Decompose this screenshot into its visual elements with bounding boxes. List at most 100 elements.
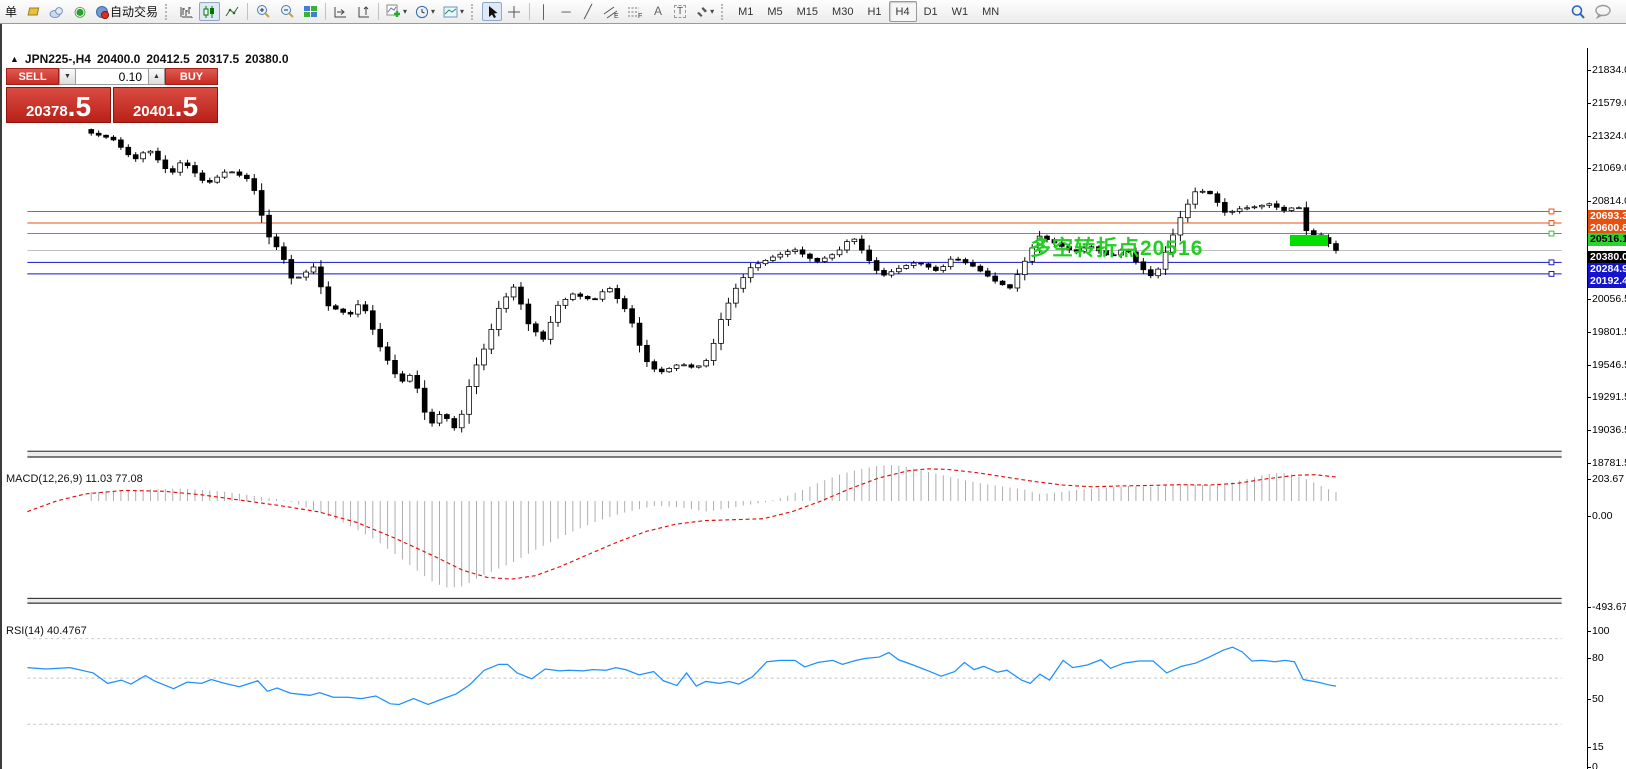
vertical-line-button[interactable]: │ — [534, 2, 554, 21]
highlight-rectangle[interactable] — [1290, 235, 1328, 246]
profile-button[interactable] — [46, 2, 68, 21]
toolbar-separator — [325, 3, 327, 20]
crosshair-icon — [507, 5, 522, 19]
arrows-icon — [695, 5, 709, 19]
chart-plot[interactable] — [2, 48, 1587, 769]
chevron-down-icon: ▾ — [431, 7, 436, 16]
volume-decrease-button[interactable]: ▼ — [59, 68, 76, 85]
profile-icon — [49, 5, 65, 19]
add-indicator-icon — [386, 4, 402, 19]
new-order-button[interactable]: 单 — [1, 2, 21, 21]
buy-price: 20401 — [132, 103, 175, 120]
toolbar-separator — [529, 3, 531, 20]
signal-icon: ◉ — [73, 3, 87, 19]
price-tick: 20056.5 — [1587, 293, 1626, 305]
autotrade-button[interactable]: 自动交易 — [92, 2, 161, 21]
chart-close: 20380.0 — [245, 52, 289, 66]
volume-input[interactable]: 0.10 — [76, 68, 148, 85]
macd-tick: -493.67 — [1587, 601, 1626, 613]
macd-indicator-label: MACD(12,26,9) 11.03 77.08 — [6, 473, 143, 485]
rsi-tick: 50 — [1587, 693, 1626, 705]
clock-icon — [415, 5, 430, 19]
period-button[interactable]: ▾ — [412, 2, 438, 21]
chart-shift-button[interactable] — [353, 2, 374, 21]
chevron-down-icon: ▾ — [710, 7, 715, 16]
mt4-window: 单 ◉ 自动交易 ▾ ▾ ▾ │ ─ ╱ E F A T ▾ M1 M5 M15… — [0, 0, 1626, 769]
bar-chart-button[interactable] — [176, 2, 197, 21]
chat-icon — [1594, 4, 1612, 19]
text-label-button[interactable]: T — [670, 2, 690, 21]
timeframe-M5[interactable]: M5 — [760, 1, 789, 22]
price-tick: 19036.5 — [1587, 424, 1626, 436]
timeframe-H1[interactable]: H1 — [860, 1, 888, 22]
buy-price-fraction: .5 — [174, 91, 199, 122]
autotrade-icon — [95, 5, 110, 19]
sell-price: 20378 — [25, 103, 68, 120]
line-chart-icon — [225, 5, 240, 19]
arrows-button[interactable]: ▾ — [692, 2, 717, 21]
fibonacci-button[interactable]: F — [624, 2, 646, 21]
zoom-in-button[interactable] — [252, 2, 274, 21]
auto-scroll-button[interactable] — [330, 2, 351, 21]
price-tick: 21069.0 — [1587, 162, 1626, 174]
toolbar-grip — [721, 3, 726, 20]
svg-text:F: F — [638, 13, 642, 19]
horizontal-line-button[interactable]: ─ — [556, 2, 576, 21]
template-button[interactable]: ▾ — [440, 2, 467, 21]
search-button[interactable] — [1567, 2, 1589, 21]
timeframe-M15[interactable]: M15 — [790, 1, 825, 22]
equidistant-channel-button[interactable]: E — [600, 2, 622, 21]
line-chart-button[interactable] — [222, 2, 243, 21]
tile-windows-button[interactable] — [300, 2, 321, 21]
price-tick: 21324.0 — [1587, 130, 1626, 142]
chart-ohlc-title: ▲ JPN225-,H4 20400.0 20412.5 20317.5 203… — [10, 52, 289, 66]
volume-increase-button[interactable]: ▲ — [148, 68, 165, 85]
sell-price-button[interactable]: 20378.5 — [6, 87, 111, 123]
buy-price-button[interactable]: 20401.5 — [113, 87, 218, 123]
price-tick: 19546.5 — [1587, 359, 1626, 371]
chevron-down-icon: ▾ — [460, 7, 465, 16]
price-tick: 19291.5 — [1587, 391, 1626, 403]
chevron-down-icon: ▾ — [403, 7, 408, 16]
candle-chart-icon — [202, 5, 217, 19]
vertical-line-icon: │ — [540, 4, 549, 19]
price-axis[interactable]: 21834.0 21579.0 21324.0 21069.0 20814.0 20056… — [1587, 48, 1626, 769]
candle-chart-button[interactable] — [199, 2, 221, 21]
price-level-badge: 20192.4 — [1588, 274, 1626, 288]
price-level-badge: 20380.0 — [1588, 250, 1626, 264]
text-icon: A — [654, 4, 663, 18]
timeframe-M30[interactable]: M30 — [825, 1, 860, 22]
collapse-triangle-icon[interactable]: ▲ — [10, 54, 19, 64]
trendline-button[interactable]: ╱ — [578, 2, 598, 21]
timeframe-H4[interactable]: H4 — [888, 1, 917, 22]
timeframe-M1[interactable]: M1 — [731, 1, 760, 22]
chart-window: ▲ JPN225-,H4 20400.0 20412.5 20317.5 203… — [0, 24, 1626, 769]
timeframe-MN[interactable]: MN — [975, 1, 1006, 22]
svg-text:E: E — [614, 13, 619, 19]
timeframe-W1[interactable]: W1 — [945, 1, 976, 22]
signals-button[interactable]: ◉ — [70, 2, 90, 21]
crosshair-button[interactable] — [504, 2, 525, 21]
buy-button[interactable]: BUY — [165, 68, 218, 85]
zoom-out-button[interactable] — [276, 2, 298, 21]
chat-button[interactable] — [1591, 2, 1615, 21]
trendline-icon: ╱ — [584, 4, 592, 19]
price-tick: 18781.5 — [1587, 457, 1626, 469]
pivot-annotation-text[interactable]: 多空转折点20516 — [1030, 232, 1203, 262]
sell-button[interactable]: SELL — [6, 68, 59, 85]
template-icon — [443, 5, 459, 19]
timeframe-D1[interactable]: D1 — [917, 1, 945, 22]
rsi-tick: 100 — [1587, 625, 1626, 637]
cursor-icon — [486, 5, 499, 19]
sell-price-fraction: .5 — [67, 91, 92, 122]
new-chart-icon — [26, 4, 41, 19]
new-chart-button[interactable] — [23, 2, 44, 21]
rsi-tick: 15 — [1587, 741, 1626, 753]
add-indicator-button[interactable]: ▾ — [383, 2, 410, 21]
text-button[interactable]: A — [648, 2, 668, 21]
autotrade-label: 自动交易 — [110, 5, 159, 19]
cursor-button[interactable] — [482, 2, 503, 21]
price-tick: 21579.0 — [1587, 97, 1626, 109]
chart-low: 20317.5 — [195, 52, 240, 66]
chart-symbol: JPN225-,H4 — [24, 52, 91, 66]
